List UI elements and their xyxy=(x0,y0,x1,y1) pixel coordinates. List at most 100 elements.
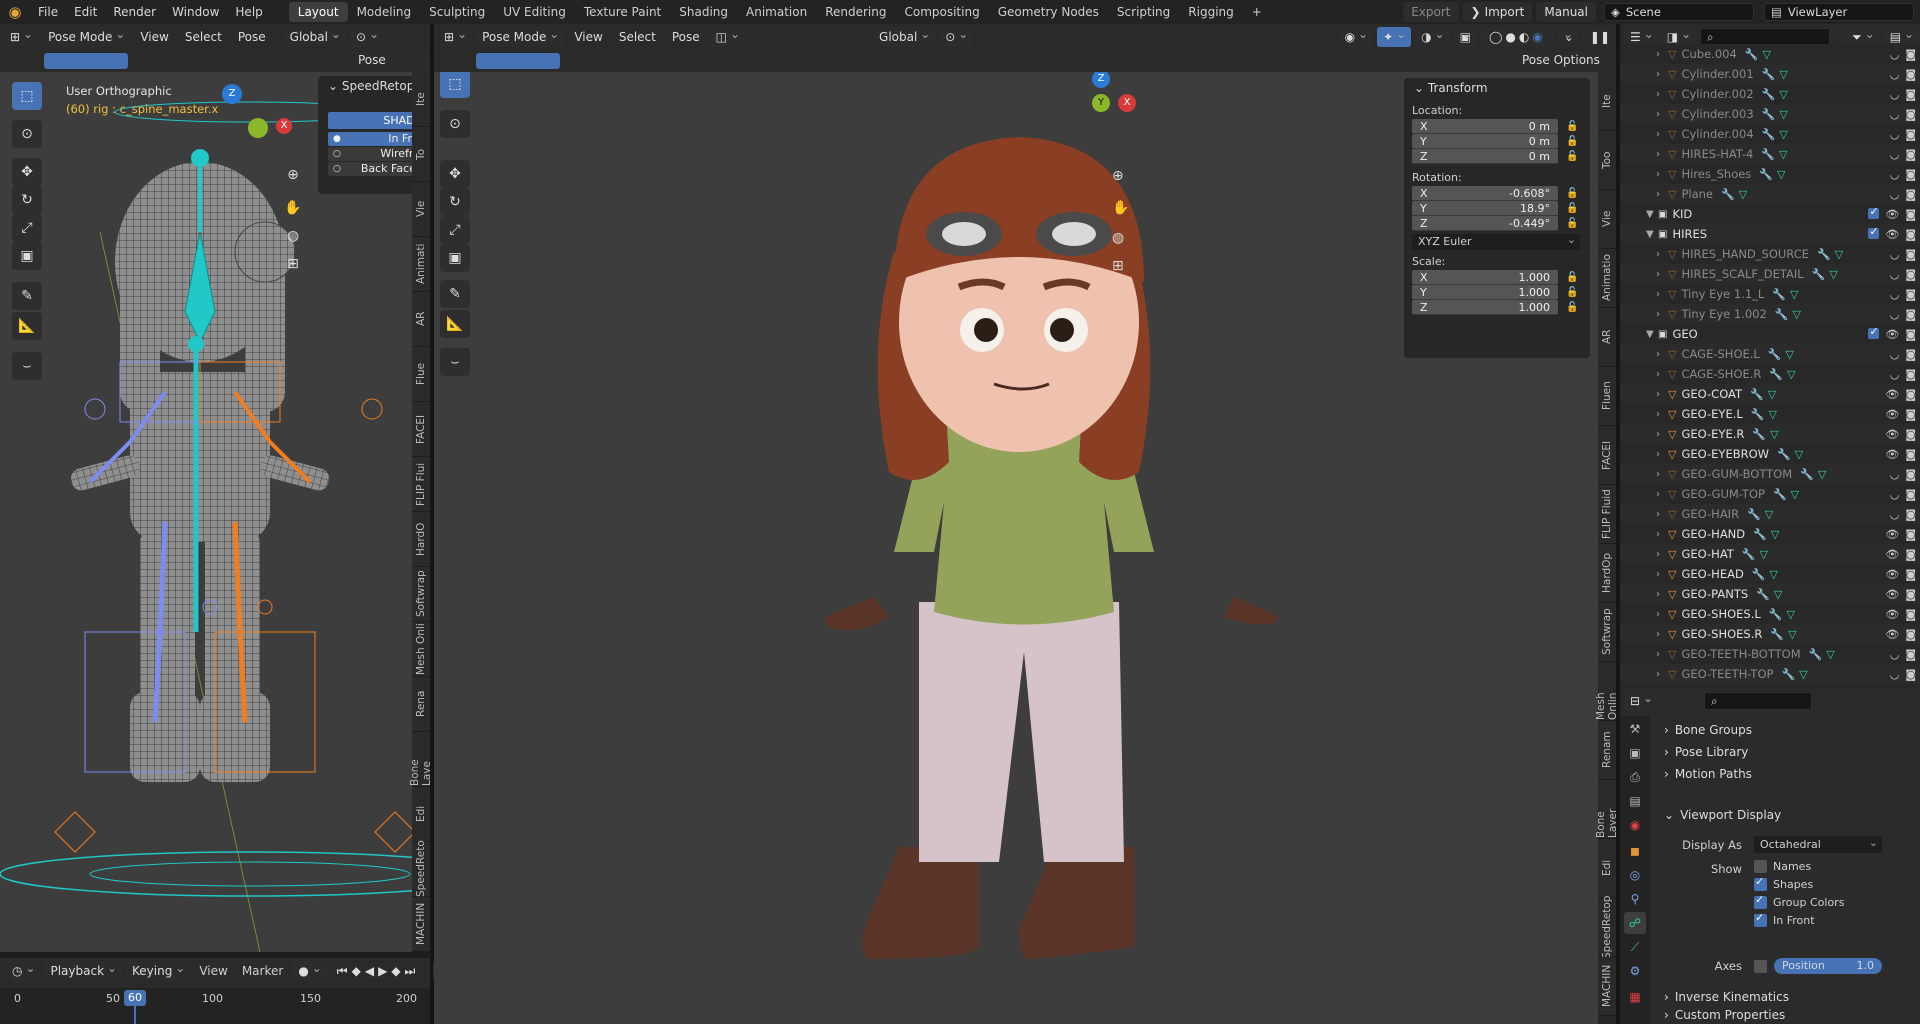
checkbox[interactable] xyxy=(1754,875,1767,891)
eye-icon[interactable]: 👁 xyxy=(1885,568,1899,581)
autokey-toggle-icon[interactable]: ● xyxy=(292,958,327,981)
outliner-item[interactable]: › ▽ HIRES-HAT-4 🔧 ▽ ◡ ◙ xyxy=(1620,144,1920,164)
workspace-tab-uv-editing[interactable]: UV Editing xyxy=(494,2,575,22)
n-panel-tab-1[interactable]: Too xyxy=(1598,131,1616,190)
render-camera-icon[interactable]: ◙ xyxy=(1905,588,1916,601)
n-panel-tab-14[interactable]: SpeedReto xyxy=(412,841,430,897)
cursor-tool-icon[interactable]: ⊙ xyxy=(12,120,42,148)
scene-selector[interactable]: ◈ Scene xyxy=(1604,3,1754,21)
rotate-tool-icon[interactable]: ↻ xyxy=(12,186,42,214)
r-grid-view-icon[interactable]: ⊞ xyxy=(1112,258,1124,274)
hidden-eye-icon[interactable]: ◡ xyxy=(1890,268,1900,281)
rotation-mode-dropdown[interactable]: XYZ Euler ⌄ xyxy=(1412,233,1580,250)
exclude-checkbox[interactable] xyxy=(1868,205,1880,219)
render-camera-icon[interactable]: ◙ xyxy=(1905,508,1916,521)
expand-arrow-icon[interactable]: › xyxy=(1656,269,1668,280)
render-camera-icon[interactable]: ◙ xyxy=(1905,128,1916,141)
outliner-item[interactable]: › ▽ CAGE-SHOE.L 🔧 ▽ ◡ ◙ xyxy=(1620,344,1920,364)
n-panel-tab-8[interactable]: HardOp xyxy=(1598,544,1616,603)
r-rotate-tool-icon[interactable]: ↻ xyxy=(440,188,470,216)
hidden-eye-icon[interactable]: ◡ xyxy=(1890,488,1900,501)
outliner-item[interactable]: › ▽ GEO-EYE.R 🔧 ▽ 👁 ◙ xyxy=(1620,424,1920,444)
right-pose-menu[interactable]: Pose xyxy=(666,30,706,44)
location-z-field[interactable]: Z 0 m xyxy=(1412,149,1558,164)
right-orientation-dropdown[interactable]: Global xyxy=(873,24,936,47)
render-camera-icon[interactable]: ◙ xyxy=(1905,448,1916,461)
n-panel-tab-3[interactable]: Animati xyxy=(412,237,430,292)
outliner-item[interactable]: › ▽ Hires_Shoes 🔧 ▽ ◡ ◙ xyxy=(1620,164,1920,184)
hidden-eye-icon[interactable]: ◡ xyxy=(1890,248,1900,261)
eye-icon[interactable]: 👁 xyxy=(1885,328,1899,341)
expand-arrow-icon[interactable]: ▼ xyxy=(1646,329,1658,340)
scene-tab-icon[interactable]: ◉ xyxy=(1624,814,1646,836)
n-panel-tab-12[interactable]: Bone Laye xyxy=(409,732,433,787)
n-panel-tab-13[interactable]: Edi xyxy=(1598,839,1616,898)
display-as-dropdown[interactable]: Octahedral ⌄ xyxy=(1754,836,1882,853)
render-tab-icon[interactable]: ▣ xyxy=(1624,742,1646,764)
expand-arrow-icon[interactable]: › xyxy=(1656,289,1668,300)
gizmo-y-axis[interactable] xyxy=(248,118,268,138)
left-orientation-dropdown[interactable]: Global xyxy=(283,24,346,47)
axes-position-slider[interactable]: Position 1.0 xyxy=(1774,958,1882,974)
transform-panel-title[interactable]: ⌄ Transform xyxy=(1404,78,1590,98)
hidden-eye-icon[interactable]: ◡ xyxy=(1890,288,1900,301)
move-tool-icon[interactable]: ✥ xyxy=(12,158,42,186)
render-camera-icon[interactable]: ◙ xyxy=(1905,188,1916,201)
timeline-view-menu[interactable]: View xyxy=(194,964,232,978)
render-camera-icon[interactable]: ◙ xyxy=(1905,228,1916,241)
rotation-y-field[interactable]: Y 18.9° xyxy=(1412,201,1558,216)
outliner-item[interactable]: › ▽ GEO-COAT 🔧 ▽ 👁 ◙ xyxy=(1620,384,1920,404)
xray-toggle-icon[interactable]: ▣ xyxy=(1453,24,1477,47)
n-panel-tab-6[interactable]: FACEI xyxy=(1598,426,1616,485)
n-panel-tab-5[interactable]: Flue xyxy=(412,347,430,402)
eye-icon[interactable]: 👁 xyxy=(1885,528,1899,541)
menu-help[interactable]: Help xyxy=(227,5,270,19)
r-pan-hand-icon[interactable]: ✋ xyxy=(1112,200,1129,216)
expand-arrow-icon[interactable]: › xyxy=(1656,249,1668,260)
next-keyframe-icon[interactable]: ◆ xyxy=(391,964,400,979)
bone-constraint-tab-icon[interactable]: ⚙ xyxy=(1624,960,1646,982)
pan-hand-icon[interactable]: ✋ xyxy=(282,200,304,222)
r-annotate-tool-icon[interactable]: ✎ xyxy=(440,280,470,308)
expand-arrow-icon[interactable]: › xyxy=(1656,109,1668,120)
grid-view-icon[interactable]: ⊞ xyxy=(282,256,304,278)
add-workspace-icon[interactable]: + xyxy=(1243,2,1271,22)
expand-arrow-icon[interactable]: ▼ xyxy=(1646,229,1658,240)
expand-arrow-icon[interactable]: › xyxy=(1656,429,1668,440)
n-panel-tab-1[interactable]: To xyxy=(412,127,430,182)
rotation-x-field[interactable]: X -0.608° xyxy=(1412,186,1558,201)
play-icon[interactable]: ▶ xyxy=(378,964,387,979)
outliner-item[interactable]: › ▽ GEO-GUM-TOP 🔧 ▽ ◡ ◙ xyxy=(1620,484,1920,504)
menu-render[interactable]: Render xyxy=(105,5,164,19)
eye-icon[interactable]: 👁 xyxy=(1885,628,1899,641)
show-shapes-toggle[interactable]: Shapes xyxy=(1754,875,1813,891)
show-in-front-toggle[interactable]: In Front xyxy=(1754,911,1815,927)
camera-icon[interactable]: ◍ xyxy=(282,228,304,250)
n-panel-tab-4[interactable]: AR xyxy=(412,292,430,347)
r-measure-tool-icon[interactable]: 📐 xyxy=(440,310,470,338)
location-y-field[interactable]: Y 0 m xyxy=(1412,134,1558,149)
right-view-menu[interactable]: View xyxy=(568,30,608,44)
r-camera-icon[interactable]: ◍ xyxy=(1112,230,1124,246)
lock-icon[interactable]: 🔓 xyxy=(1566,188,1578,199)
custom-properties-header[interactable]: › Custom Properties xyxy=(1654,1006,1912,1024)
bone-tab-icon[interactable]: ⟋ xyxy=(1624,936,1646,958)
left-pose-options-button[interactable]: Pose Options xyxy=(350,51,430,86)
measure-tool-icon[interactable]: 📐 xyxy=(12,312,42,340)
play-reverse-icon[interactable]: ◀ xyxy=(365,964,374,979)
expand-arrow-icon[interactable]: › xyxy=(1656,569,1668,580)
n-panel-tab-11[interactable]: Rena xyxy=(412,677,430,732)
render-camera-icon[interactable]: ◙ xyxy=(1905,88,1916,101)
view-layer-tab-icon[interactable]: ▤ xyxy=(1624,790,1646,812)
expand-arrow-icon[interactable]: › xyxy=(1656,409,1668,420)
outliner-item[interactable]: › ▽ HIRES_SCALF_DETAIL 🔧 ▽ ◡ ◙ xyxy=(1620,264,1920,284)
tool-tab-icon[interactable]: ⚒ xyxy=(1624,718,1646,740)
playhead[interactable]: 60 xyxy=(124,990,146,1006)
outliner-item[interactable]: › ▽ GEO-SHOES.L 🔧 ▽ 👁 ◙ xyxy=(1620,604,1920,624)
gizmo-x-axis[interactable]: X xyxy=(276,118,292,134)
hidden-eye-icon[interactable]: ◡ xyxy=(1890,668,1900,681)
pause-render-icon[interactable]: ❚❚ xyxy=(1581,27,1618,47)
menu-window[interactable]: Window xyxy=(164,5,227,19)
checkbox[interactable] xyxy=(1754,893,1767,909)
n-panel-tab-10[interactable]: Mesh Onlin xyxy=(1595,662,1619,721)
